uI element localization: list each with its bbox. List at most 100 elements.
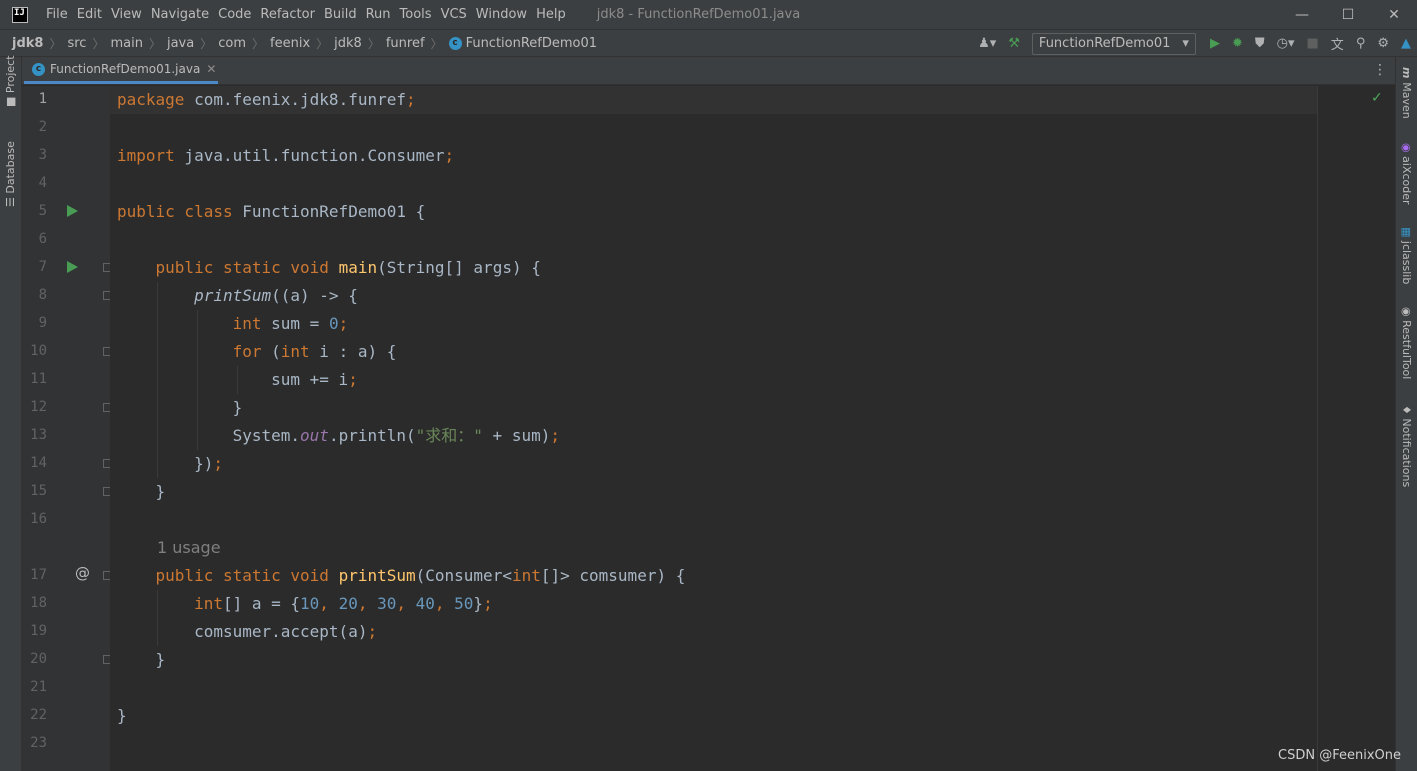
menu-refactor[interactable]: Refactor (260, 7, 315, 22)
line-number: 20 (30, 651, 47, 667)
menu-help[interactable]: Help (536, 7, 566, 22)
menu-navigate[interactable]: Navigate (151, 7, 209, 22)
menu-tools[interactable]: Tools (400, 7, 432, 22)
menu-edit[interactable]: Edit (77, 7, 102, 22)
tool-window-aixcoder[interactable]: ◉ aiXcoder (1400, 143, 1413, 205)
tool-window-notifications[interactable]: ♦ Notifications (1400, 405, 1413, 487)
minimize-icon[interactable]: — (1279, 0, 1325, 29)
menu-window[interactable]: Window (476, 7, 527, 22)
code-text: .println( (328, 426, 416, 445)
profile-icon[interactable]: ◷▾ (1277, 36, 1295, 51)
code-text: }) (194, 454, 214, 473)
chevron-right-icon: 〉 (49, 36, 62, 51)
code-line-9: int sum = 0; (117, 310, 349, 338)
menu-code[interactable]: Code (218, 7, 251, 22)
comma: , (396, 594, 416, 613)
no-problems-check-icon[interactable]: ✓ (1371, 90, 1383, 106)
editor-gutter: 1 2 3 4 5 6 7 8 9 10 11 12 13 14 15 16 1… (22, 86, 113, 771)
tab-label: FunctionRefDemo01.java (50, 62, 201, 76)
code-line-14: }); (117, 450, 223, 478)
breadcrumb-src[interactable]: src (67, 36, 86, 51)
line-number: 2 (38, 119, 47, 135)
line-number: 9 (38, 315, 47, 331)
line-number: 16 (30, 511, 47, 527)
keyword: public static void (155, 258, 329, 277)
java-class-icon: c (448, 36, 462, 50)
comma: , (357, 594, 378, 613)
menu-bar: IJ File Edit View Navigate Code Refactor… (0, 0, 1417, 29)
number-literal: 0 (328, 314, 339, 333)
semicolon: ; (444, 146, 455, 165)
semicolon: ; (406, 90, 416, 109)
build-hammer-icon[interactable]: ⚒ (1008, 36, 1020, 51)
tool-window-restfultool[interactable]: ◉ RestfulTool (1400, 307, 1413, 379)
tab-functionrefdemo01[interactable]: c FunctionRefDemo01.java ✕ (24, 57, 218, 84)
coverage-icon[interactable]: ⛊ (1255, 36, 1265, 51)
run-main-gutter-icon[interactable] (67, 261, 78, 273)
breadcrumb-feenix[interactable]: feenix (270, 36, 310, 51)
annotation-at-icon[interactable]: @ (75, 564, 90, 582)
search-icon[interactable]: ⚲ (1356, 36, 1366, 51)
breadcrumb-file[interactable]: c FunctionRefDemo01 (448, 36, 597, 51)
code-text: + sum) (482, 426, 551, 445)
string-literal: "求和：" (415, 426, 483, 445)
chevron-right-icon: 〉 (148, 36, 161, 51)
code-line-17: public static void printSum(Consumer<int… (117, 562, 686, 590)
tool-window-database[interactable]: ☰ Database (4, 141, 17, 207)
run-icon[interactable]: ▶ (1210, 36, 1220, 51)
line-number: 17 (30, 567, 47, 583)
translate-icon[interactable]: 文 (1331, 34, 1344, 53)
tool-window-maven[interactable]: m Maven (1400, 67, 1413, 119)
line-number: 3 (38, 147, 47, 163)
code-text: FunctionRefDemo01 { (232, 202, 426, 221)
close-tab-icon[interactable]: ✕ (206, 62, 216, 76)
run-configuration-select[interactable]: FunctionRefDemo01 ▾ (1031, 32, 1196, 55)
maximize-icon[interactable]: ☐ (1325, 0, 1371, 29)
more-vertical-icon[interactable]: ⋮ (1373, 62, 1387, 78)
gear-icon[interactable]: ⚙ (1377, 36, 1389, 51)
breadcrumb-main[interactable]: main (110, 36, 142, 51)
breadcrumb-java[interactable]: java (167, 36, 194, 51)
editor-tab-bar: c FunctionRefDemo01.java ✕ ⋮ (22, 57, 1395, 85)
code-editor[interactable]: ✓ package com.feenix.jdk8.funref; import… (110, 86, 1395, 771)
chevron-right-icon: 〉 (252, 36, 265, 51)
line-number: 7 (38, 259, 47, 275)
plugin-icon[interactable]: ▲ (1401, 36, 1411, 51)
code-text: } (232, 398, 243, 417)
semicolon: ; (338, 314, 349, 333)
breadcrumb-project[interactable]: jdk8 (12, 36, 43, 51)
chevron-right-icon: 〉 (200, 36, 213, 51)
breadcrumb-funref[interactable]: funref (386, 36, 425, 51)
semicolon: ; (483, 594, 493, 613)
tool-window-jclasslib[interactable]: ▦ jclasslib (1400, 227, 1413, 284)
semicolon: ; (348, 370, 358, 389)
menu-view[interactable]: View (111, 7, 142, 22)
menu-run[interactable]: Run (366, 7, 391, 22)
keyword: package (117, 90, 185, 109)
usage-hint[interactable]: 1 usage (157, 534, 221, 562)
stop-icon[interactable]: ■ (1307, 36, 1319, 51)
breadcrumb-com[interactable]: com (218, 36, 246, 51)
breadcrumb-jdk8[interactable]: jdk8 (334, 36, 362, 51)
number-literal: 50 (454, 594, 474, 613)
keyword: int (194, 594, 223, 613)
line-number: 10 (30, 343, 47, 359)
user-icon[interactable]: ♟▾ (978, 36, 996, 51)
semicolon: ; (213, 454, 223, 473)
maven-icon: m (1400, 67, 1413, 83)
tool-window-project[interactable]: ■ Project (4, 55, 17, 107)
line-number: 8 (38, 287, 47, 303)
debug-icon[interactable]: ✹ (1232, 36, 1243, 51)
chevron-right-icon: 〉 (92, 36, 105, 51)
code-text: (String[] args) { (377, 258, 541, 277)
code-line-12: } (117, 394, 243, 422)
line-number: 23 (30, 735, 47, 751)
close-icon[interactable]: ✕ (1371, 0, 1417, 29)
run-class-gutter-icon[interactable] (67, 205, 78, 217)
menu-build[interactable]: Build (324, 7, 357, 22)
line-number: 4 (38, 175, 47, 191)
window-controls: — ☐ ✕ (1279, 0, 1417, 29)
menu-vcs[interactable]: VCS (441, 7, 467, 22)
code-line-13: System.out.println("求和：" + sum); (117, 422, 560, 450)
menu-file[interactable]: File (46, 7, 68, 22)
